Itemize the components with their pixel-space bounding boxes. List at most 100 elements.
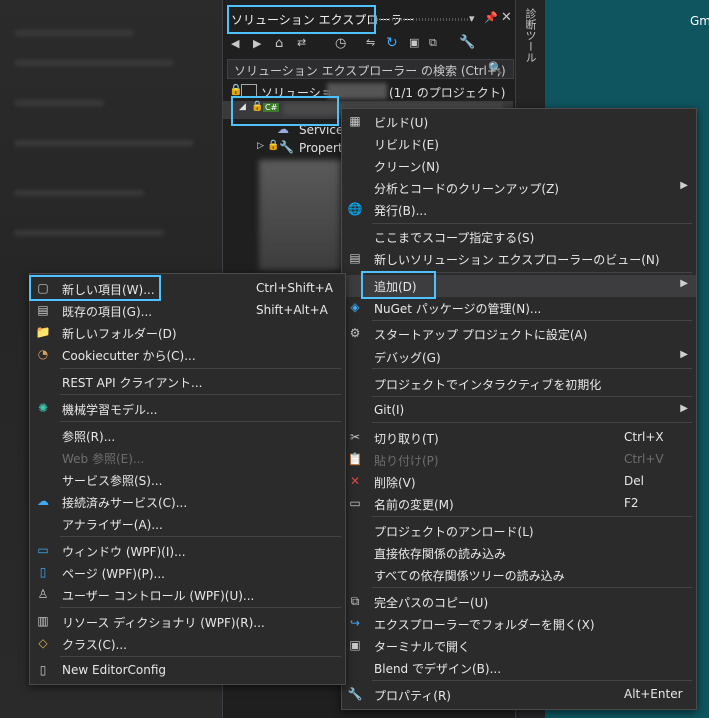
menu-item-label: 発行(B)... (374, 204, 428, 218)
menu-item[interactable]: ✺ 機械学習モデル... (30, 398, 345, 420)
menu-item-shortcut: Alt+Enter (624, 687, 683, 701)
solution-project-count: (1/1 のプロジェクト) (389, 86, 506, 100)
menu-item-shortcut: Del (624, 474, 644, 488)
menu-item-z[interactable]: 分析とコードのクリーンアップ(Z) ▶ (342, 177, 696, 199)
menu-item[interactable]: 直接依存関係の読み込み (342, 542, 696, 564)
page-icon: ▯ (39, 565, 47, 579)
menu-item[interactable]: すべての依存関係ツリーの読み込み (342, 564, 696, 586)
menu-item-a[interactable]: アナライザー(A)... (30, 513, 345, 535)
menu-separator (372, 516, 692, 517)
blurred-text (14, 140, 194, 146)
wrench-icon[interactable]: 🔧 (459, 35, 475, 50)
paste-icon: 📋 (347, 452, 363, 466)
menu-item-g[interactable]: ▤ 既存の項目(G)... Shift+Alt+A (30, 300, 345, 322)
history-icon[interactable]: ◷ (335, 36, 346, 51)
menu-item-s[interactable]: サービス参照(S)... (30, 469, 345, 491)
terminal-icon: ▣ (349, 638, 361, 652)
menu-item-label: アナライザー(A)... (62, 518, 163, 532)
build-icon: ▦ (349, 114, 361, 128)
menu-item-n[interactable]: クリーン(N) (342, 155, 696, 177)
menu-item-label: サービス参照(S)... (62, 474, 163, 488)
menu-item-label: 名前の変更(M) (374, 498, 454, 512)
wrench-icon: 🔧 (279, 140, 294, 154)
menu-item-v[interactable]: ✕ 削除(V) Del (342, 471, 696, 493)
scissors-icon: ✂ (349, 430, 361, 444)
menu-item-c[interactable]: ☁ 接続済みサービス(C)... (30, 491, 345, 513)
editorconfig-icon: ▯ (39, 663, 47, 677)
menu-item-m[interactable]: ▭ 名前の変更(M) F2 (342, 493, 696, 515)
menu-item-label: ビルド(U) (374, 116, 429, 130)
menu-item-a[interactable]: ⚙ スタートアップ プロジェクトに設定(A) (342, 323, 696, 345)
menu-item-g[interactable]: デバッグ(G) ▶ (342, 346, 696, 368)
menu-item-d[interactable]: 📁 新しいフォルダー(D) (30, 322, 345, 344)
menu-item-label: クリーン(N) (374, 160, 440, 174)
menu-item-label: 既存の項目(G)... (62, 305, 153, 319)
solution-search-box[interactable]: ソリューション エクスプローラー の検索 (Ctrl+;) 🔍 (227, 59, 514, 79)
search-placeholder: ソリューション エクスプローラー の検索 (Ctrl+;) (234, 64, 506, 78)
menu-item-s[interactable]: ここまでスコープ指定する(S) (342, 226, 696, 248)
menu-separator (60, 394, 341, 395)
blurred-text (14, 30, 134, 36)
back-icon[interactable]: ◀ (231, 37, 239, 50)
menu-item[interactable]: プロジェクトでインタラクティブを初期化 (342, 373, 696, 395)
background-text: Gm (690, 14, 709, 28)
menu-item-l[interactable]: プロジェクトのアンロード(L) (342, 520, 696, 542)
menu-item-e[interactable]: リビルド(E) (342, 133, 696, 155)
menu-item-label: REST API クライアント... (62, 376, 203, 390)
show-all-files-icon[interactable]: ⧉ (429, 36, 437, 50)
menu-item-r[interactable]: 参照(R)... (30, 425, 345, 447)
refresh-icon[interactable]: ↻ (386, 35, 398, 51)
lock-icon: 🔒 (267, 140, 280, 151)
menu-item-wpf-p[interactable]: ▯ ページ (WPF)(P)... (30, 562, 345, 584)
close-icon[interactable]: ✕ (501, 10, 512, 25)
menu-separator (372, 587, 692, 588)
menu-item-c[interactable]: ◇ クラス(C)... (30, 633, 345, 655)
menu-item-shortcut: Ctrl+V (624, 452, 664, 466)
highlight-box (361, 271, 436, 299)
copy-icon: ⧉ (350, 594, 360, 608)
sync-icon[interactable]: ⇋ (366, 36, 375, 49)
menu-item-n[interactable]: ▤ 新しいソリューション エクスプローラーのビュー(N) (342, 248, 696, 270)
cookie-icon: ◔ (37, 347, 49, 361)
menu-item-git-i[interactable]: Git(I) ▶ (342, 400, 696, 422)
menu-separator (60, 368, 341, 369)
pin-icon[interactable]: 📌 (484, 11, 498, 24)
menu-item-t[interactable]: ✂ 切り取り(T) Ctrl+X (342, 427, 696, 449)
blurred-text (14, 230, 164, 236)
menu-item-u[interactable]: ⧉ 完全パスのコピー(U) (342, 591, 696, 613)
add-submenu: ▢ 新しい項目(W)... Ctrl+Shift+A ▤ 既存の項目(G)... Shif… (29, 273, 346, 685)
menu-item-blend-b[interactable]: Blend でデザイン(B)... (342, 657, 696, 679)
title-grip (371, 18, 471, 21)
solution-explorer-toolbar: ◀ ▶ ⌂ ⇄ ◷ ⇋ ↻ ▣ ⧉ 🔧 (223, 33, 516, 57)
menu-item-shortcut: F2 (624, 496, 639, 510)
menu-item-u[interactable]: ▦ ビルド(U) (342, 111, 696, 133)
menu-item-label: すべての依存関係ツリーの読み込み (374, 569, 565, 583)
dropdown-icon[interactable]: ▾ (469, 12, 475, 25)
menu-item-x[interactable]: ↪ エクスプローラーでフォルダーを開く(X) (342, 613, 696, 635)
home-icon[interactable]: ⌂ (275, 36, 283, 51)
switch-views-icon[interactable]: ⇄ (297, 36, 306, 49)
menu-separator (60, 656, 341, 657)
collapse-arrow-icon[interactable]: ▷ (257, 141, 264, 151)
menu-item-new-editorconfig[interactable]: ▯ New EditorConfig (30, 660, 345, 682)
menu-item-label: 機械学習モデル... (62, 403, 158, 417)
menu-item-nuget-n[interactable]: ◈ NuGet パッケージの管理(N)... (342, 297, 696, 319)
menu-item-cookiecutter-c[interactable]: ◔ Cookiecutter から(C)... (30, 344, 345, 366)
submenu-arrow-icon: ▶ (680, 180, 688, 191)
menu-item-wpf-i[interactable]: ▭ ウィンドウ (WPF)(I)... (30, 540, 345, 562)
menu-item[interactable]: ▣ ターミナルで開く (342, 635, 696, 657)
globe-icon: 🌐 (347, 202, 363, 216)
delete-icon: ✕ (349, 474, 361, 488)
menu-item-r[interactable]: 🔧 プロパティ(R) Alt+Enter (342, 684, 696, 706)
menu-item-rest-api[interactable]: REST API クライアント... (30, 371, 345, 393)
menu-item-wpf-r[interactable]: ▥ リソース ディクショナリ (WPF)(R)... (30, 611, 345, 633)
menu-item-label: ウィンドウ (WPF)(I)... (62, 545, 186, 559)
menu-item-label: 貼り付け(P) (374, 454, 439, 468)
menu-item-b[interactable]: 🌐 発行(B)... (342, 199, 696, 221)
collapse-all-icon[interactable]: ▣ (409, 36, 419, 49)
search-icon[interactable]: 🔍 (488, 61, 503, 75)
highlight-box (231, 96, 339, 126)
menu-item-label: ユーザー コントロール (WPF)(U)... (62, 589, 255, 603)
menu-item-wpf-u[interactable]: ♙ ユーザー コントロール (WPF)(U)... (30, 584, 345, 606)
forward-icon[interactable]: ▶ (253, 37, 261, 50)
